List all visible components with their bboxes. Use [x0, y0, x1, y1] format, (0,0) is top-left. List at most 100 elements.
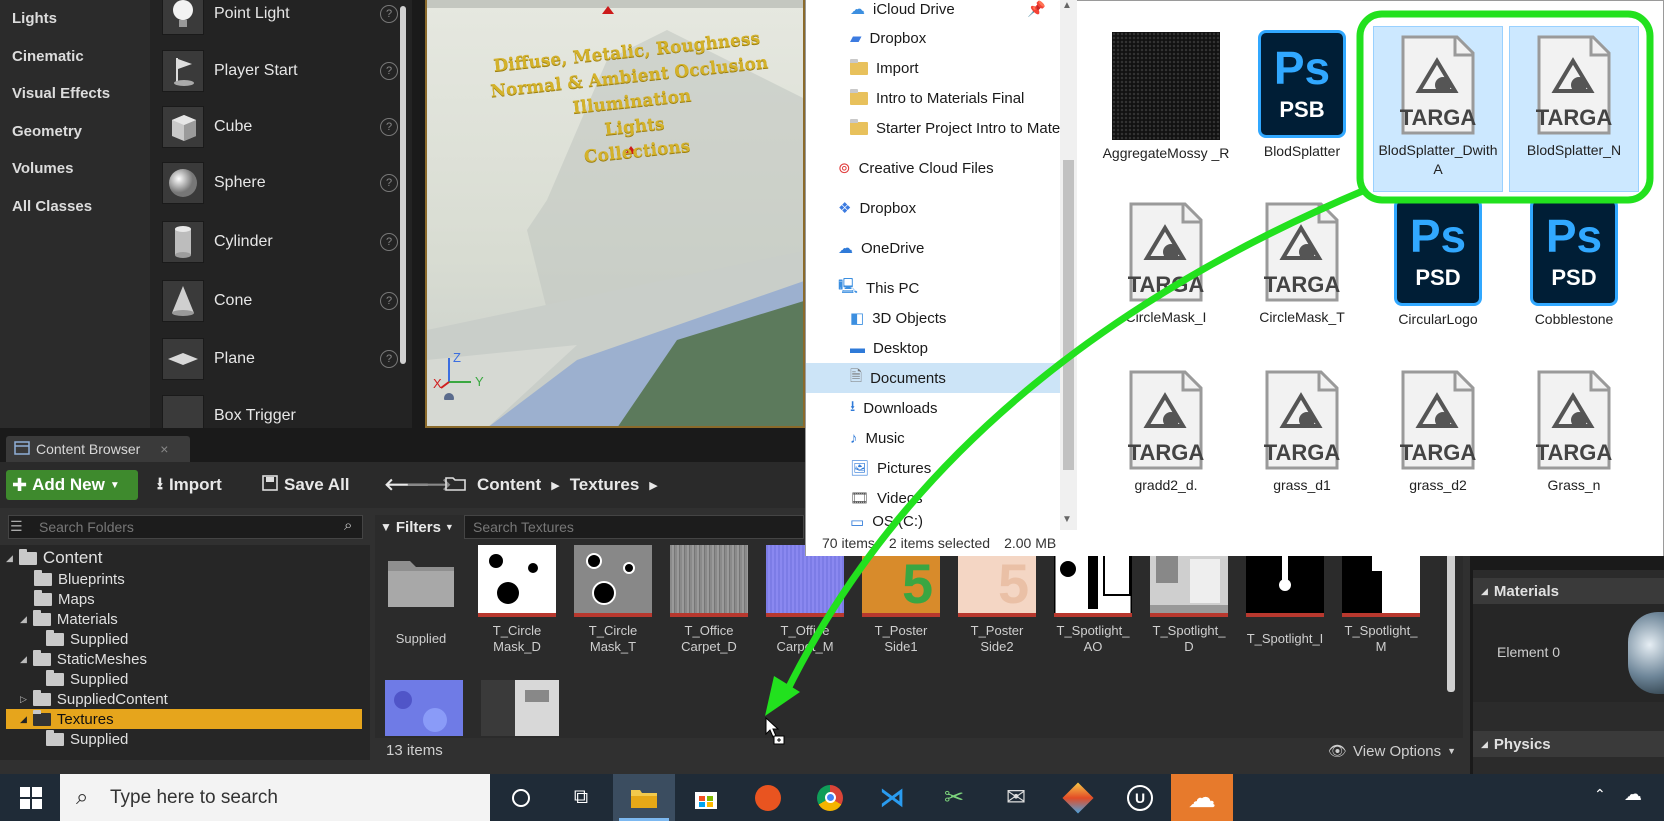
help-icon[interactable]: ?: [380, 174, 398, 192]
file-item-selected[interactable]: TARGA BlodSplatter_Dwith A: [1373, 26, 1503, 192]
material-preview-sphere[interactable]: [1628, 612, 1664, 694]
actor-cone[interactable]: Cone ?: [162, 275, 398, 327]
file-item[interactable]: Ps PSB BlodSplatter: [1237, 26, 1367, 184]
actor-cylinder[interactable]: Cylinder ?: [162, 216, 398, 268]
help-icon[interactable]: ?: [380, 292, 398, 310]
vscode-taskbar-button[interactable]: ⋊: [861, 774, 923, 821]
actor-point-light[interactable]: Point Light ?: [162, 0, 398, 40]
actor-plane[interactable]: Plane ?: [162, 333, 398, 385]
breadcrumb-textures[interactable]: Textures: [570, 475, 640, 495]
windows-start-button[interactable]: [0, 774, 62, 821]
nav-downloads[interactable]: ⭳ Downloads: [806, 393, 1060, 423]
task-view-button[interactable]: ⧉: [550, 774, 612, 821]
nav-music[interactable]: ♪ Music: [806, 423, 1060, 453]
mail-taskbar-button[interactable]: ✉: [985, 774, 1047, 821]
materials-header[interactable]: ◢ Materials: [1473, 578, 1664, 604]
file-item[interactable]: Ps PSD CircularLogo: [1373, 194, 1503, 344]
actor-box-trigger[interactable]: Box Trigger: [162, 390, 398, 428]
import-button[interactable]: ⭳ Import: [157, 470, 222, 500]
help-icon[interactable]: ?: [380, 350, 398, 368]
close-tab-icon[interactable]: ×: [160, 441, 168, 457]
tree-node-maps[interactable]: Maps: [34, 589, 95, 609]
help-icon[interactable]: ?: [380, 5, 398, 23]
help-icon[interactable]: ?: [380, 233, 398, 251]
asset-texture[interactable]: T_Spotlight_I: [1245, 545, 1325, 647]
actor-player-start[interactable]: Player Start ?: [162, 45, 398, 97]
help-icon[interactable]: ?: [380, 118, 398, 136]
file-item-selected[interactable]: TARGA BlodSplatter_N: [1509, 26, 1639, 192]
asset-texture[interactable]: [384, 680, 464, 736]
place-actors-scrollbar[interactable]: [400, 6, 406, 364]
category-volumes[interactable]: Volumes: [0, 150, 150, 188]
tree-node-suppliedcontent[interactable]: ▷ SuppliedContent: [20, 689, 168, 709]
asset-texture[interactable]: T_Spotlight_ D: [1149, 545, 1229, 655]
nav-pictures[interactable]: 🖼 Pictures: [806, 453, 1060, 483]
taskbar-search-input[interactable]: Type here to search: [60, 774, 490, 821]
breadcrumb-content[interactable]: Content: [477, 475, 541, 495]
tree-node-textures[interactable]: ◢ Textures: [6, 709, 362, 729]
file-item[interactable]: TARGA gradd2_d.: [1101, 362, 1231, 512]
help-icon[interactable]: ?: [380, 62, 398, 80]
file-item[interactable]: Ps PSD Cobblestone: [1509, 194, 1639, 344]
category-geometry[interactable]: Geometry: [0, 113, 150, 151]
search-icon[interactable]: ⌕: [344, 517, 352, 534]
search-folders-input[interactable]: Search Folders: [8, 515, 363, 539]
asset-texture[interactable]: T_Spotlight_ M: [1341, 545, 1421, 655]
tree-node-staticmeshes[interactable]: ◢ StaticMeshes: [20, 649, 147, 669]
tree-options-icon[interactable]: ☰: [10, 518, 23, 535]
nav-os-c[interactable]: ▭ OS (C:): [806, 513, 1060, 530]
nav-creative-cloud-files[interactable]: ⊚ Creative Cloud Files: [806, 153, 1060, 183]
category-visual-effects[interactable]: Visual Effects: [0, 75, 150, 113]
actor-sphere[interactable]: Sphere ?: [162, 157, 398, 209]
tree-node-blueprints[interactable]: Blueprints: [34, 569, 125, 589]
nav-videos[interactable]: 🎞 Videos: [806, 483, 1060, 513]
file-item[interactable]: AggregateMossy _R: [1101, 26, 1231, 184]
file-item[interactable]: TARGA CircleMask_I: [1101, 194, 1231, 344]
asset-texture[interactable]: T_Spotlight_ AO: [1053, 545, 1133, 655]
scroll-up-icon[interactable]: ▲: [1062, 0, 1072, 11]
cortana-button[interactable]: [490, 774, 552, 821]
nav-import[interactable]: Import: [806, 53, 1060, 83]
asset-texture[interactable]: [480, 680, 560, 736]
asset-texture[interactable]: T_Circle Mask_D: [477, 545, 557, 655]
chrome-taskbar-button[interactable]: [799, 774, 861, 821]
file-item[interactable]: TARGA grass_d2: [1373, 362, 1503, 512]
asset-folder-supplied[interactable]: Supplied: [381, 545, 461, 647]
nav-desktop[interactable]: ▬ Desktop: [806, 333, 1060, 363]
navigation-scroll-thumb[interactable]: [1063, 160, 1074, 470]
category-lights[interactable]: Lights: [0, 0, 150, 38]
save-all-button[interactable]: Save All: [262, 470, 350, 500]
asset-texture[interactable]: T_Office Carpet_D: [669, 545, 749, 655]
git-taskbar-button[interactable]: [1047, 774, 1109, 821]
level-viewport[interactable]: Diffuse, Metalic, Roughness Normal & Amb…: [425, 0, 805, 428]
asset-texture[interactable]: 5 T_Poster Side1: [861, 545, 941, 655]
nav-onedrive[interactable]: ☁ OneDrive: [806, 233, 1060, 263]
chevron-up-icon[interactable]: ⌃: [1594, 786, 1606, 803]
file-item[interactable]: TARGA grass_d1: [1237, 362, 1367, 512]
nav-dropbox[interactable]: ▰ Dropbox: [806, 23, 1060, 53]
icloud-taskbar-button[interactable]: ☁: [1171, 774, 1233, 821]
category-all-classes[interactable]: All Classes: [0, 188, 150, 226]
tree-node-content[interactable]: ◢ Content: [6, 548, 102, 568]
actor-cube[interactable]: Cube ?: [162, 101, 398, 153]
unreal-taskbar-button[interactable]: U: [1109, 774, 1171, 821]
nav-intro-to-materials-final[interactable]: Intro to Materials Final: [806, 83, 1060, 113]
filters-button[interactable]: ▼ Filters ▼: [380, 515, 454, 539]
tree-node-materials[interactable]: ◢ Materials: [20, 609, 118, 629]
asset-texture[interactable]: 5 T_Poster Side2: [957, 545, 1037, 655]
file-explorer-taskbar-button[interactable]: [613, 774, 675, 821]
asset-texture[interactable]: T_Circle Mask_T: [573, 545, 653, 655]
view-options-button[interactable]: 👁 View Options ▼: [1328, 742, 1456, 761]
file-item[interactable]: TARGA CircleMask_T: [1237, 194, 1367, 344]
asset-view-scrollbar[interactable]: [1447, 540, 1455, 692]
category-cinematic[interactable]: Cinematic: [0, 38, 150, 76]
store-taskbar-button[interactable]: [675, 774, 737, 821]
asset-texture[interactable]: T_Office Carpet_M: [765, 545, 845, 655]
nav-documents[interactable]: 🗎 Documents: [806, 363, 1060, 393]
nav-dropbox-root[interactable]: ❖ Dropbox: [806, 193, 1060, 223]
search-textures-input[interactable]: Search Textures: [464, 515, 804, 539]
file-item[interactable]: TARGA Grass_n: [1509, 362, 1639, 512]
physics-header[interactable]: ◢ Physics: [1473, 731, 1664, 757]
tool-taskbar-button[interactable]: ✂: [923, 774, 985, 821]
add-new-button[interactable]: ✚ Add New ▼: [6, 470, 138, 500]
